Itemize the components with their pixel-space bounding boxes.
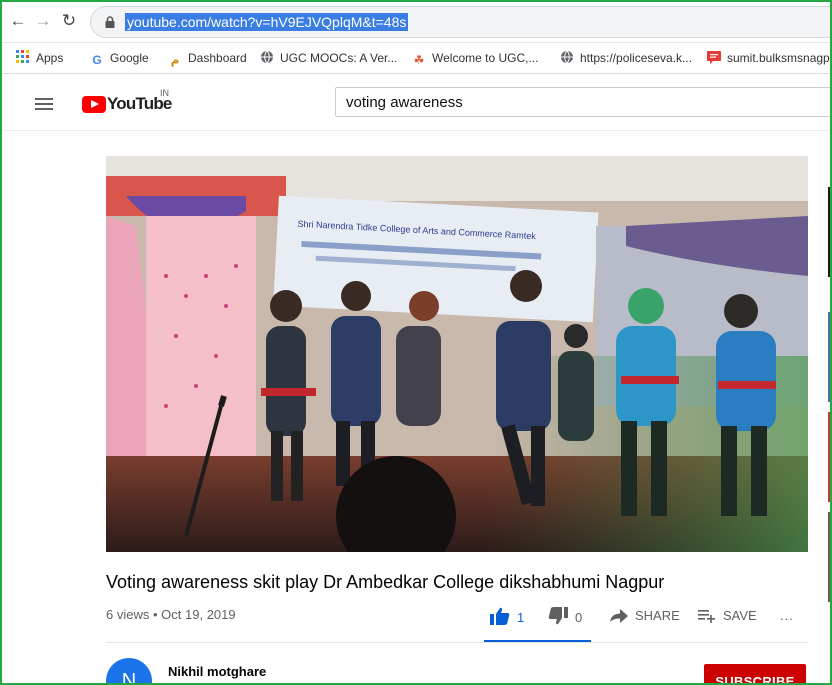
- youtube-play-icon: [82, 95, 106, 113]
- bookmark-apps[interactable]: Apps: [16, 50, 63, 66]
- bookmark-label: https://policeseva.k...: [580, 51, 693, 65]
- bookmark-label: Welcome to UGC,...: [432, 51, 539, 65]
- thumbs-up-icon: [490, 607, 510, 625]
- ugc-icon: ☘: [413, 53, 425, 67]
- dashboard-icon: م: [170, 53, 180, 67]
- dislike-button[interactable]: 0: [548, 607, 582, 625]
- reload-icon[interactable]: ↻: [59, 11, 79, 31]
- bookmark-label: Apps: [36, 51, 64, 65]
- like-button[interactable]: 1: [490, 607, 524, 625]
- google-icon: G: [92, 53, 102, 67]
- recommendations-edge: [828, 187, 830, 602]
- meta-separator: •: [152, 607, 158, 622]
- bookmark-label: Dashboard: [188, 51, 247, 65]
- back-arrow-icon[interactable]: ←: [8, 11, 28, 31]
- region-code: IN: [160, 88, 169, 98]
- info-divider: [106, 642, 808, 643]
- bookmarks-bar: Apps G Google م Dashboard UGC MOOCs: A Ver…: [2, 43, 830, 74]
- address-bar[interactable]: youtube.com/watch?v=hV9EJVQplqM&t=48s: [90, 6, 830, 38]
- bookmark-label: sumit.bulksmsnagp...: [727, 51, 832, 65]
- bookmark-label: Google: [110, 51, 149, 65]
- lock-icon: [105, 16, 115, 28]
- playlist-add-icon: [698, 610, 715, 623]
- video-meta: 6 views • Oct 19, 2019: [106, 607, 236, 622]
- youtube-logo[interactable]: YouTube IN: [82, 88, 172, 114]
- forward-arrow-icon[interactable]: →: [33, 11, 53, 31]
- save-label: SAVE: [723, 608, 757, 623]
- more-actions-button[interactable]: ...: [780, 607, 794, 625]
- like-count: 1: [517, 610, 525, 625]
- hamburger-menu-icon[interactable]: [35, 98, 53, 111]
- youtube-header: YouTube IN voting awareness: [2, 74, 830, 131]
- share-button[interactable]: SHARE: [610, 607, 680, 625]
- search-input[interactable]: voting awareness: [335, 87, 830, 117]
- subscribe-button[interactable]: SUBSCRIBE: [704, 664, 806, 683]
- bookmark-dashboard[interactable]: م Dashboard: [168, 50, 247, 67]
- video-frame: Shri Narendra Tidke College of Arts and …: [106, 156, 808, 552]
- browser-window: ← → ↻ youtube.com/watch?v=hV9EJVQplqM&t=…: [0, 0, 832, 685]
- bookmark-bulksms[interactable]: sumit.bulksmsnagp...: [707, 50, 832, 66]
- share-arrow-icon: [610, 609, 628, 623]
- video-player[interactable]: Shri Narendra Tidke College of Arts and …: [106, 156, 808, 552]
- url-text[interactable]: youtube.com/watch?v=hV9EJVQplqM&t=48s: [125, 13, 409, 31]
- upload-date: Oct 19, 2019: [161, 607, 236, 622]
- dislike-count: 0: [575, 610, 583, 625]
- thumbs-down-icon: [548, 607, 568, 625]
- channel-name[interactable]: Nikhil motghare: [168, 664, 266, 679]
- apps-grid-icon: [16, 50, 30, 64]
- bookmark-ugc-welcome[interactable]: ☘ Welcome to UGC,...: [412, 50, 539, 67]
- globe-icon: [260, 50, 274, 64]
- channel-avatar[interactable]: N: [106, 658, 152, 683]
- sms-icon: [707, 50, 721, 64]
- view-count: 6 views: [106, 607, 150, 622]
- browser-toolbar: ← → ↻ youtube.com/watch?v=hV9EJVQplqM&t=…: [2, 2, 830, 43]
- bookmark-label: UGC MOOCs: A Ver...: [280, 51, 398, 65]
- more-icon: ...: [780, 608, 794, 623]
- bookmark-google[interactable]: G Google: [90, 50, 149, 67]
- share-label: SHARE: [635, 608, 680, 623]
- bookmark-ugc-moocs[interactable]: UGC MOOCs: A Ver...: [260, 50, 397, 66]
- bookmark-policeseva[interactable]: https://policeseva.k...: [560, 50, 692, 66]
- globe-icon: [560, 50, 574, 64]
- save-button[interactable]: SAVE: [698, 607, 757, 625]
- video-title: Voting awareness skit play Dr Ambedkar C…: [106, 572, 665, 592]
